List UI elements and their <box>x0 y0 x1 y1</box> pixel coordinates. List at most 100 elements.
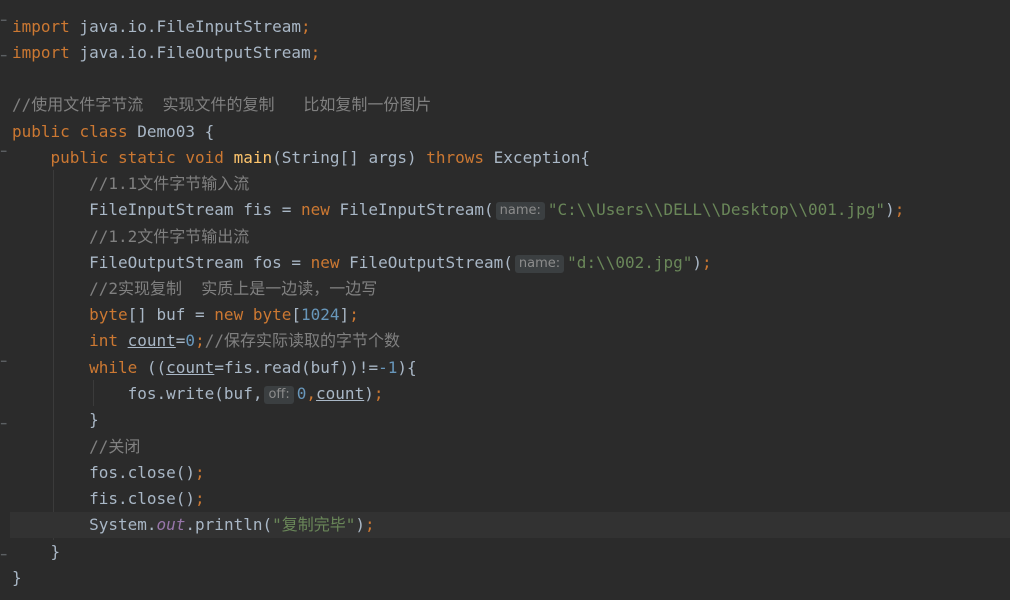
keyword: while <box>89 358 138 377</box>
code-line[interactable]: while ((count=fis.read(buf))!=-1){ <box>12 355 1010 381</box>
code-editor[interactable]: ▔ ▁ ▔ ▔ ▁ ▁ import java.io.FileInputStre… <box>0 0 1010 600</box>
semicolon: ; <box>195 463 205 482</box>
code-line[interactable]: //2实现复制 实质上是一边读，一边写 <box>12 276 1010 302</box>
code-line[interactable]: fis.close(); <box>12 486 1010 512</box>
code-text: ] <box>339 305 350 324</box>
comment: //1.2文件字节输出流 <box>89 227 250 246</box>
keyword: byte <box>89 305 128 324</box>
comma: , <box>306 384 317 403</box>
number-literal: 0 <box>296 384 307 403</box>
keyword: new <box>310 253 340 272</box>
keyword: import <box>12 17 70 36</box>
string-literal: "C:\\Users\\DELL\\Desktop\\001.jpg" <box>547 200 886 219</box>
fold-icon[interactable]: ▁ <box>1 416 8 425</box>
parameter-hint: name: <box>514 255 565 273</box>
keyword: import <box>12 43 70 62</box>
semicolon: ; <box>894 200 905 219</box>
keyword: byte <box>252 305 292 324</box>
code-line[interactable]: } <box>12 407 1010 433</box>
keyword: void <box>185 148 224 167</box>
keyword: int <box>89 331 118 350</box>
fold-icon[interactable]: ▁ <box>1 48 8 57</box>
code-text: ) <box>364 384 374 403</box>
number-literal: 1024 <box>301 305 340 324</box>
code-text: ) <box>885 200 895 219</box>
semicolon: ; <box>195 489 205 508</box>
comment: //1.1文件字节输入流 <box>89 174 250 193</box>
parameter-hint: name: <box>495 202 545 220</box>
code-text: = <box>175 331 186 350</box>
keyword: throws <box>426 148 485 167</box>
keyword: class <box>79 122 128 141</box>
fold-icon[interactable]: ▔ <box>1 153 8 162</box>
code-text: } <box>89 410 99 429</box>
code-line[interactable]: } <box>12 539 1010 565</box>
code-text: } <box>12 568 22 587</box>
semicolon: ; <box>365 515 375 534</box>
code-line[interactable]: //关闭 <box>12 434 1010 460</box>
code-text: FileOutputStream fos = <box>89 253 311 272</box>
parameter-hint: off: <box>264 386 294 404</box>
fold-icon[interactable]: ▁ <box>1 547 8 556</box>
keyword: public <box>50 148 109 167</box>
keyword: new <box>300 200 330 219</box>
code-line[interactable]: public static void main(String[] args) t… <box>12 145 1010 171</box>
code-line[interactable]: fos.write(buf, off: 0,count); <box>12 381 1010 407</box>
semicolon: ; <box>349 305 359 324</box>
code-text: (String[] args) <box>272 148 427 167</box>
code-text: (( <box>137 358 167 377</box>
code-line[interactable]: //1.1文件字节输入流 <box>12 171 1010 197</box>
code-line[interactable]: import java.io.FileOutputStream; <box>12 40 1010 66</box>
keyword: new <box>214 305 244 324</box>
code-line[interactable]: import java.io.FileInputStream; <box>12 14 1010 40</box>
code-text: fos.write(buf, <box>127 384 263 403</box>
code-text: .println( <box>185 515 273 534</box>
editor-gutter[interactable] <box>0 0 10 600</box>
number-literal: -1 <box>378 358 398 377</box>
code-text: =fis.read(buf))!= <box>214 358 379 377</box>
code-line[interactable]: //1.2文件字节输出流 <box>12 224 1010 250</box>
variable: count <box>127 331 176 350</box>
code-text: } <box>50 542 61 561</box>
code-text: fos.close() <box>89 463 196 482</box>
current-code-line[interactable]: System.out.println("复制完毕"); <box>10 512 1010 538</box>
variable: count <box>316 384 365 403</box>
string-literal: "d:\\002.jpg" <box>567 253 693 272</box>
semicolon: ; <box>310 43 321 62</box>
comment: //使用文件字节流 实现文件的复制 比如复制一份图片 <box>12 95 432 114</box>
code-text: FileInputStream( <box>329 200 494 219</box>
string-literal: "复制完毕" <box>272 515 356 534</box>
method-name: main <box>233 148 273 167</box>
semicolon: ; <box>373 384 384 403</box>
comment: //保存实际读取的字节个数 <box>204 331 400 350</box>
number-literal: 0 <box>185 331 196 350</box>
code-text: [] buf = <box>127 305 215 324</box>
code-line[interactable]: } <box>12 565 1010 591</box>
fold-icon[interactable]: ▔ <box>1 363 8 372</box>
code-text: Exception{ <box>484 148 590 167</box>
code-line[interactable]: fos.close(); <box>12 460 1010 486</box>
variable: count <box>166 358 215 377</box>
code-text: java.io.FileInputStream <box>69 17 301 36</box>
static-field: out <box>156 515 186 534</box>
code-text: FileOutputStream( <box>339 253 513 272</box>
code-line[interactable]: public class Demo03 { <box>12 119 1010 145</box>
code-text: ) <box>692 253 703 272</box>
code-line[interactable]: //使用文件字节流 实现文件的复制 比如复制一份图片 <box>12 92 1010 118</box>
semicolon: ; <box>195 331 205 350</box>
code-line[interactable]: int count=0;//保存实际读取的字节个数 <box>12 328 1010 354</box>
comment: //2实现复制 实质上是一边读，一边写 <box>89 279 378 298</box>
semicolon: ; <box>702 253 712 272</box>
code-text: java.io.FileOutputStream <box>69 43 311 62</box>
code-line[interactable]: byte[] buf = new byte[1024]; <box>12 302 1010 328</box>
comment: //关闭 <box>89 437 141 456</box>
code-text: [ <box>291 305 302 324</box>
code-text: System. <box>89 515 157 534</box>
code-line[interactable]: FileOutputStream fos = new FileOutputStr… <box>12 250 1010 276</box>
code-text: ){ <box>397 358 417 377</box>
code-text: fis.close() <box>89 489 196 508</box>
fold-icon[interactable]: ▔ <box>1 22 8 31</box>
code-text: ) <box>355 515 366 534</box>
keyword: static <box>117 148 176 167</box>
code-line[interactable]: FileInputStream fis = new FileInputStrea… <box>12 197 1010 223</box>
